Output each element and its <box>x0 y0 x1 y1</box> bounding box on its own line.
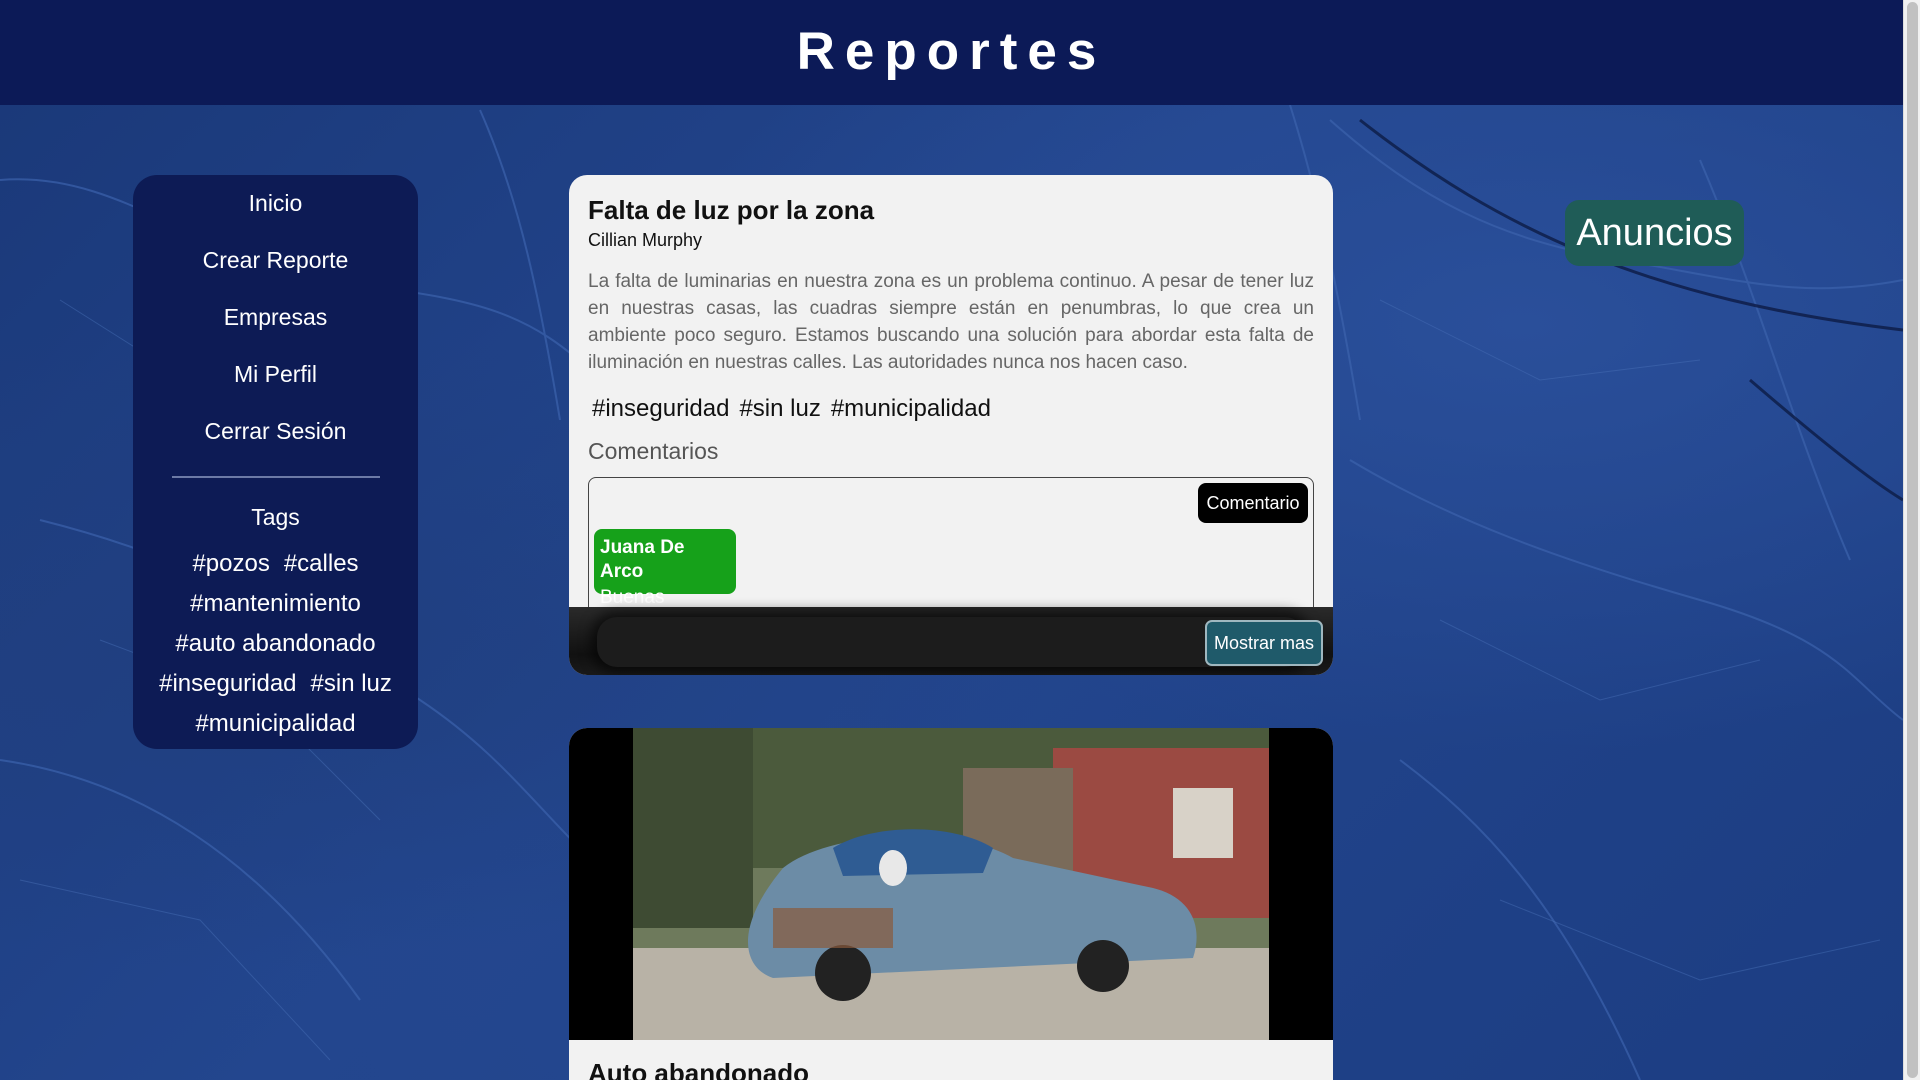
report-body: La falta de luminarias en nuestra zona e… <box>588 271 1314 373</box>
tag-municipalidad[interactable]: #municipalidad <box>195 709 355 739</box>
page-scrollbar[interactable] <box>1903 0 1920 1080</box>
page-title: Reportes <box>796 22 1107 81</box>
comments-title: Comentarios <box>588 438 719 464</box>
report-tag[interactable]: #municipalidad <box>831 395 991 423</box>
report-title: Falta de luz por la zona <box>588 195 875 225</box>
comment-item: Juana De Arco Buenas <box>594 529 736 608</box>
tag-cloud: #pozos #calles #mantenimiento #auto aban… <box>151 549 401 739</box>
report-photo <box>569 728 1333 1040</box>
show-more-button[interactable]: Mostrar mas <box>1205 620 1323 666</box>
page-header: Reportes <box>0 0 1903 105</box>
report-tag[interactable]: #inseguridad <box>592 395 729 423</box>
tag-mantenimiento[interactable]: #mantenimiento <box>190 589 361 619</box>
report-card-2: Auto abandonado <box>569 728 1333 1080</box>
report-2-title: Auto abandonado <box>588 1058 809 1080</box>
scrollbar-thumb[interactable] <box>1907 2 1918 1078</box>
tags-title: Tags <box>251 504 300 530</box>
sidebar: Inicio Crear Reporte Empresas Mi Perfil … <box>133 175 418 749</box>
nav-item-empresas[interactable]: Empresas <box>133 289 418 346</box>
comment-button[interactable]: Comentario <box>1198 483 1308 523</box>
report-card: Falta de luz por la zona Cillian Murphy … <box>569 175 1333 675</box>
report-tags: #inseguridad #sin luz #municipalidad <box>592 395 991 423</box>
nav-item-inicio[interactable]: Inicio <box>133 175 418 232</box>
comment-author: Juana De Arco <box>600 537 685 582</box>
tag-auto-abandonado[interactable]: #auto abandonado <box>175 629 375 659</box>
abandoned-car-image <box>633 728 1269 1040</box>
tag-sin-luz[interactable]: #sin luz <box>311 669 392 699</box>
tag-pozos[interactable]: #pozos <box>192 549 269 579</box>
ads-title[interactable]: Anuncios <box>1565 200 1744 266</box>
nav-item-mi-perfil[interactable]: Mi Perfil <box>133 346 418 403</box>
comment-input-shadow <box>597 617 1305 667</box>
nav-item-cerrar-sesion[interactable]: Cerrar Sesión <box>133 403 418 460</box>
sidebar-nav: Inicio Crear Reporte Empresas Mi Perfil … <box>133 175 418 460</box>
report-author: Cillian Murphy <box>588 230 703 250</box>
report-tag[interactable]: #sin luz <box>739 395 820 423</box>
tag-calles[interactable]: #calles <box>284 549 359 579</box>
nav-item-crear-reporte[interactable]: Crear Reporte <box>133 232 418 289</box>
tag-inseguridad[interactable]: #inseguridad <box>159 669 296 699</box>
sidebar-divider <box>171 476 380 478</box>
